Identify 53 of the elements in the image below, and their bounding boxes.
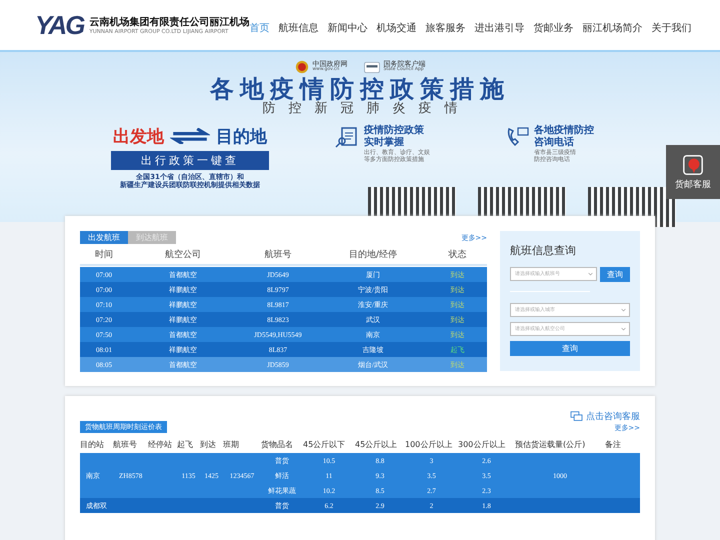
column-header: 经停站 bbox=[148, 440, 172, 448]
banner-subline: 防 控 新 冠 肺 炎 疫 情 bbox=[262, 102, 458, 117]
app-icon bbox=[364, 62, 380, 72]
nav-link[interactable]: 进出港引导 bbox=[474, 20, 524, 34]
search-button[interactable]: 查询 bbox=[510, 341, 630, 356]
feature-title: 疫情防控政策 bbox=[364, 124, 424, 136]
chat-icon bbox=[682, 154, 704, 176]
column-header: 状态 bbox=[448, 248, 468, 260]
destination-label: 目的地 bbox=[216, 126, 267, 148]
column-header: 目的站 bbox=[80, 440, 104, 448]
origin-label: 出发地 bbox=[113, 126, 164, 148]
logo[interactable]: YAG bbox=[35, 10, 84, 40]
chat-bubbles-icon bbox=[570, 411, 583, 422]
nav-link[interactable]: 新闻中心 bbox=[327, 20, 368, 34]
banner-headline: 各地疫情防控政策措施 bbox=[210, 76, 510, 102]
phone-icon bbox=[505, 124, 529, 149]
nav-link[interactable]: 关于我们 bbox=[651, 20, 692, 34]
nav-link[interactable]: 旅客服务 bbox=[425, 20, 466, 34]
cargo-service-button[interactable]: 货邮客服 bbox=[666, 145, 720, 199]
column-header: 时间 bbox=[94, 248, 114, 260]
feature-title: 咨询电话 bbox=[534, 136, 575, 149]
column-header: 航班号 bbox=[113, 440, 137, 448]
customer-service-link[interactable]: 点击咨询客服 bbox=[570, 410, 640, 423]
column-header: 100公斤以上 bbox=[405, 440, 452, 448]
nav-link[interactable]: 货邮业务 bbox=[533, 20, 574, 34]
nav-link[interactable]: 机场交通 bbox=[376, 20, 416, 34]
column-header: 航班号 bbox=[264, 248, 292, 260]
column-header: 航空公司 bbox=[164, 248, 202, 260]
nav-link[interactable]: 丽江机场简介 bbox=[582, 20, 642, 34]
site-title: 云南机场集团有限责任公司丽江机场 bbox=[89, 16, 250, 28]
column-header: 300公斤以上 bbox=[458, 440, 506, 448]
document-search-icon bbox=[335, 124, 359, 149]
nav-link[interactable]: 航班信息 bbox=[278, 20, 318, 34]
chevron-down-icon bbox=[621, 308, 626, 312]
chevron-down-icon bbox=[588, 272, 593, 276]
column-header: 预估货运载量(公斤) bbox=[515, 440, 586, 448]
nav-link[interactable]: 首页 bbox=[249, 20, 270, 34]
flight-tab[interactable]: 出发航班 bbox=[80, 231, 128, 244]
feature-title: 各地疫情防控 bbox=[534, 124, 594, 136]
column-header: 备注 bbox=[605, 440, 621, 448]
column-header: 45公斤以上 bbox=[355, 440, 398, 448]
feature-title: 实时掌握 bbox=[364, 136, 405, 148]
column-header: 目的地/经停 bbox=[348, 248, 398, 260]
column-header: 货物品名 bbox=[261, 440, 293, 448]
column-header: 起飞 bbox=[177, 440, 193, 448]
column-header: 到达 bbox=[200, 440, 216, 448]
chevron-down-icon bbox=[621, 327, 626, 331]
column-header: 45公斤以下 bbox=[303, 440, 346, 448]
search-button[interactable]: 查询 bbox=[600, 267, 630, 282]
policy-lookup-button[interactable]: 出行政策一键查 bbox=[111, 150, 269, 170]
column-header: 班期 bbox=[223, 440, 239, 448]
search-title: 航班信息查询 bbox=[510, 243, 577, 258]
emblem-icon bbox=[294, 60, 308, 74]
